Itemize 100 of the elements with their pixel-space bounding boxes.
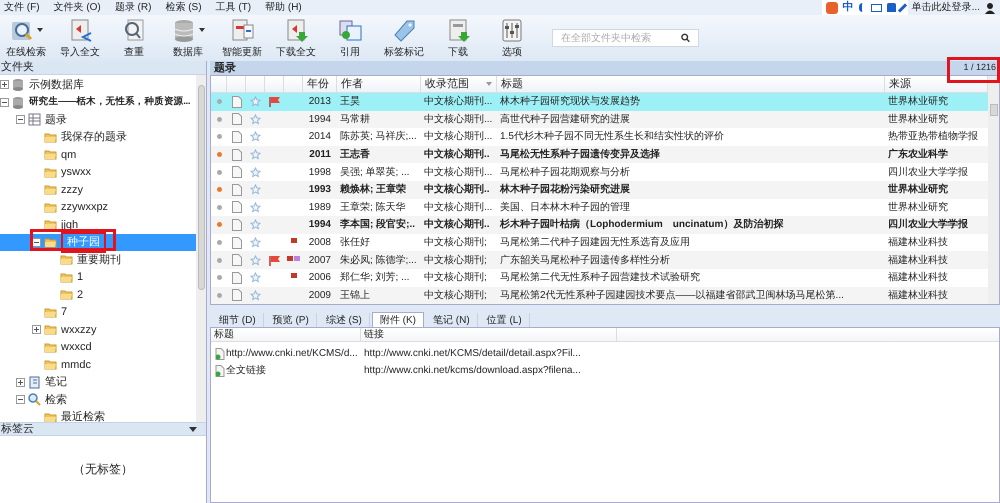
- source-cell-text: 四川农业大学学报: [887, 218, 969, 232]
- column-header[interactable]: 标题: [497, 76, 885, 92]
- document-icon: [232, 113, 242, 126]
- sort-icon: [486, 82, 492, 86]
- scrollbar[interactable]: [988, 76, 999, 304]
- input-mode-indicator[interactable]: 中: [842, 0, 854, 16]
- folder-icon: [44, 130, 57, 144]
- toolbar-button[interactable]: 下载全文: [274, 16, 318, 60]
- user-icon[interactable]: [984, 2, 996, 14]
- toolbar-button[interactable]: 导入全文: [58, 16, 102, 60]
- tree-item[interactable]: yswxx: [0, 164, 196, 181]
- dropdown-icon: [37, 28, 43, 32]
- tree-item[interactable]: 笔记: [0, 374, 196, 391]
- star-icon[interactable]: [250, 114, 261, 125]
- document-icon: [232, 148, 242, 161]
- toolbar-button[interactable]: 数据库: [166, 16, 210, 60]
- search-field[interactable]: 在全部文件夹中检索: [552, 29, 699, 47]
- menu-item[interactable]: 检索 (S): [165, 0, 202, 15]
- column-header[interactable]: 标题: [211, 328, 361, 341]
- title-cell-text: 马尾松第2代无性系种子园建园技术要点——以福建省邵武卫闽林场马尾松第...: [499, 288, 845, 303]
- record-row[interactable]: 2009 王锦上 中文核心期刊; 马尾松第2代无性系种子园建园技术要点——以福建省邵武卫闽林场马尾松第... 福建林业科技: [211, 286, 988, 304]
- menu-item[interactable]: 帮助 (H): [265, 0, 302, 15]
- scope-cell-text: 中文核心期刊..: [423, 182, 491, 198]
- tree-item[interactable]: 题录: [0, 111, 196, 128]
- tree-item[interactable]: 我保存的题录: [0, 128, 196, 146]
- tree-item[interactable]: 最近检索: [0, 408, 196, 422]
- menu-item[interactable]: 文件夹 (O): [54, 0, 101, 15]
- scrollbar[interactable]: [196, 75, 206, 422]
- pane-title: 题录: [214, 60, 236, 76]
- document-icon: [232, 130, 242, 143]
- column-header[interactable]: 链接: [361, 328, 617, 341]
- search-icon[interactable]: [680, 33, 690, 43]
- attachment-link[interactable]: http://www.cnki.net/kcms/download.aspx?filena...: [361, 363, 584, 378]
- source-cell-text: 广东农业科学: [887, 147, 949, 162]
- toolbar-button[interactable]: 选项: [490, 16, 534, 60]
- source-cell-text: 福建林业科技: [887, 254, 949, 268]
- attachment-title[interactable]: http://www.cnki.net/KCMS/d...: [226, 346, 358, 361]
- column-header[interactable]: 收录范围: [421, 76, 497, 92]
- star-icon[interactable]: [250, 272, 261, 284]
- tree-item[interactable]: wxxzzy: [0, 321, 196, 338]
- tree-item[interactable]: 重要期刊: [0, 251, 196, 268]
- tree-item[interactable]: 研究生——栝木，无性系，种质资源...: [0, 94, 196, 111]
- tree-item[interactable]: 7: [0, 304, 196, 321]
- star-icon[interactable]: [250, 202, 261, 213]
- tab[interactable]: 附件 (K): [372, 312, 424, 327]
- toolbar-button[interactable]: 标签标记: [382, 16, 426, 60]
- record-row[interactable]: 2011 王志香 中文核心期刊.. 马尾松无性系种子园遗传变异及选择 广东农业科学: [211, 146, 988, 164]
- tree-item[interactable]: wxxcd: [0, 338, 196, 356]
- author-cell-text: 郑仁华; 刘芳; ...: [339, 270, 410, 286]
- scope-cell-text: 中文核心期刊...: [423, 112, 494, 127]
- star-icon[interactable]: [250, 166, 261, 178]
- attachment-link[interactable]: http://www.cnki.net/KCMS/detail/detail.aspx?Fil...: [361, 346, 584, 361]
- star-icon[interactable]: [250, 149, 261, 160]
- record-row[interactable]: 2013 王昊 中文核心期刊... 林木种子园研究现状与发展趋势 世界林业研究: [211, 93, 988, 111]
- star-icon[interactable]: [250, 219, 261, 230]
- star-icon[interactable]: [250, 131, 261, 142]
- input-method-bar[interactable]: 中: [822, 0, 908, 15]
- tree-item[interactable]: 1: [0, 268, 196, 286]
- star-icon[interactable]: [250, 290, 261, 301]
- tree-item[interactable]: 示例数据库: [0, 76, 196, 94]
- scope-cell-text: 中文核心期刊...: [423, 200, 494, 215]
- column-header[interactable]: 年份: [303, 76, 337, 92]
- attachment-title[interactable]: 全文链接: [226, 363, 266, 378]
- record-row[interactable]: 2007 朱必凤; 陈德学;... 中文核心期刊; 广东韶关马尾松种子园遗传多样性分析 福建林业科技: [211, 251, 988, 269]
- menu-item[interactable]: 工具 (T): [216, 0, 252, 15]
- title-cell-text: 高世代种子园营建研究的进展: [499, 112, 631, 127]
- year-cell-text: 2011: [308, 148, 332, 162]
- login-link[interactable]: 单击此处登录...: [912, 0, 980, 15]
- tree-item[interactable]: 检索: [0, 391, 196, 408]
- pane-title: 标签云: [1, 422, 34, 437]
- toolbar-button[interactable]: 查重: [112, 16, 156, 60]
- tree-item[interactable]: 2: [0, 286, 196, 304]
- toolbar-button[interactable]: 在线检索: [4, 16, 48, 60]
- tree-item[interactable]: qm: [0, 146, 196, 164]
- toolbar-button[interactable]: 引用: [328, 16, 372, 60]
- menu-item[interactable]: 题录 (R): [114, 0, 152, 15]
- title-cell-text: 林木种子园研究现状与发展趋势: [499, 94, 641, 110]
- star-icon[interactable]: [250, 237, 261, 248]
- wrench-icon: [898, 2, 907, 12]
- column-header[interactable]: 作者: [337, 76, 421, 92]
- star-icon[interactable]: [250, 254, 261, 266]
- author-cell-text: 吴强; 单翠英; ...: [339, 166, 410, 180]
- notebook-icon: [28, 376, 41, 389]
- star-icon[interactable]: [250, 96, 261, 108]
- toolbar-button[interactable]: 智能更新: [220, 16, 264, 60]
- flag-icon[interactable]: [268, 96, 280, 108]
- flag-icon[interactable]: [268, 254, 280, 266]
- record-row[interactable]: 1994 马常耕 中文核心期刊... 高世代种子园营建研究的进展 世界林业研究: [211, 110, 988, 128]
- shirt-icon: [886, 3, 896, 12]
- tree-item[interactable]: zzzy: [0, 181, 196, 198]
- tree-item[interactable]: zzywxxpz: [0, 198, 196, 216]
- record-row[interactable]: 1993 赖焕林; 王章荣 中文核心期刊.. 林木种子园花粉污染研究进展 世界林业研究: [211, 180, 988, 199]
- author-cell-text: 赖焕林; 王章荣: [339, 182, 408, 198]
- record-row[interactable]: 2008 张任好 中文核心期刊; 马尾松第二代种子园建园无性系选育及应用 福建林业科技: [211, 234, 988, 252]
- tree-item[interactable]: mmdc: [0, 356, 196, 374]
- star-icon[interactable]: [250, 184, 261, 196]
- record-row[interactable]: 1994 李本国; 段官安;.. 中文核心期刊.. 杉木种子园叶枯病（Lophodermium uncinatum）及防治初探 四川农业大学学报: [211, 216, 988, 234]
- toolbar-button[interactable]: 下载: [436, 16, 480, 60]
- folder-icon: [44, 200, 57, 214]
- menu-item[interactable]: 文件 (F): [4, 0, 40, 15]
